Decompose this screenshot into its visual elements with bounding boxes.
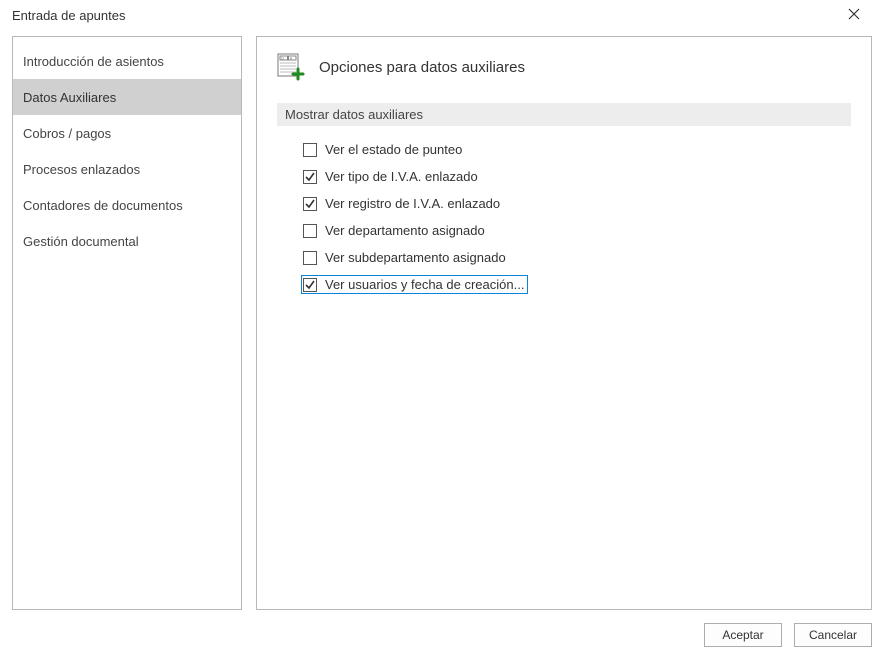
sidebar-item-label: Introducción de asientos (23, 54, 164, 69)
checkbox-icon (303, 278, 317, 292)
main-panel: D H Opciones para datos auxiliares Mostr… (256, 36, 872, 610)
accept-button[interactable]: Aceptar (704, 623, 782, 647)
sidebar-item-label: Contadores de documentos (23, 198, 183, 213)
checkbox-label: Ver subdepartamento asignado (325, 250, 506, 265)
sidebar-item-label: Gestión documental (23, 234, 139, 249)
checkbox-icon (303, 143, 317, 157)
main-header: D H Opciones para datos auxiliares (277, 53, 851, 81)
checkbox-label: Ver registro de I.V.A. enlazado (325, 196, 500, 211)
checkbox-icon (303, 197, 317, 211)
checkbox-icon (303, 224, 317, 238)
sidebar-item-label: Cobros / pagos (23, 126, 111, 141)
checkbox-label: Ver tipo de I.V.A. enlazado (325, 169, 478, 184)
cancel-button[interactable]: Cancelar (794, 623, 872, 647)
checkbox-label: Ver usuarios y fecha de creación... (325, 277, 524, 292)
window-title: Entrada de apuntes (10, 8, 125, 23)
checkbox-label: Ver departamento asignado (325, 223, 485, 238)
sidebar-item[interactable]: Gestión documental (13, 223, 241, 259)
checkbox-option[interactable]: Ver el estado de punteo (301, 140, 466, 159)
options-list: Ver el estado de punteo Ver tipo de I.V.A… (277, 140, 851, 294)
sidebar: Introducción de asientos Datos Auxiliares… (12, 36, 242, 610)
checkbox-icon (303, 251, 317, 265)
sidebar-item[interactable]: Cobros / pagos (13, 115, 241, 151)
checkbox-option[interactable]: Ver usuarios y fecha de creación... (301, 275, 528, 294)
close-button[interactable] (834, 0, 874, 30)
sidebar-item[interactable]: Contadores de documentos (13, 187, 241, 223)
checkbox-option[interactable]: Ver registro de I.V.A. enlazado (301, 194, 504, 213)
titlebar: Entrada de apuntes (0, 0, 884, 30)
sidebar-item-label: Procesos enlazados (23, 162, 140, 177)
checkbox-label: Ver el estado de punteo (325, 142, 462, 157)
close-icon (848, 8, 860, 23)
checkbox-icon (303, 170, 317, 184)
checkbox-option[interactable]: Ver tipo de I.V.A. enlazado (301, 167, 482, 186)
sidebar-item[interactable]: Introducción de asientos (13, 43, 241, 79)
dialog-footer: Aceptar Cancelar (0, 614, 884, 662)
main-title: Opciones para datos auxiliares (319, 59, 525, 76)
dialog-body: Introducción de asientos Datos Auxiliares… (0, 30, 884, 614)
options-datasheet-icon: D H (277, 53, 305, 81)
sidebar-item[interactable]: Procesos enlazados (13, 151, 241, 187)
checkbox-option[interactable]: Ver subdepartamento asignado (301, 248, 510, 267)
checkbox-option[interactable]: Ver departamento asignado (301, 221, 489, 240)
section-header: Mostrar datos auxiliares (277, 103, 851, 126)
window: Entrada de apuntes Introducción de asien… (0, 0, 884, 662)
sidebar-item[interactable]: Datos Auxiliares (13, 79, 241, 115)
svg-text:D: D (281, 56, 284, 60)
sidebar-item-label: Datos Auxiliares (23, 90, 116, 105)
svg-text:H: H (290, 56, 293, 60)
